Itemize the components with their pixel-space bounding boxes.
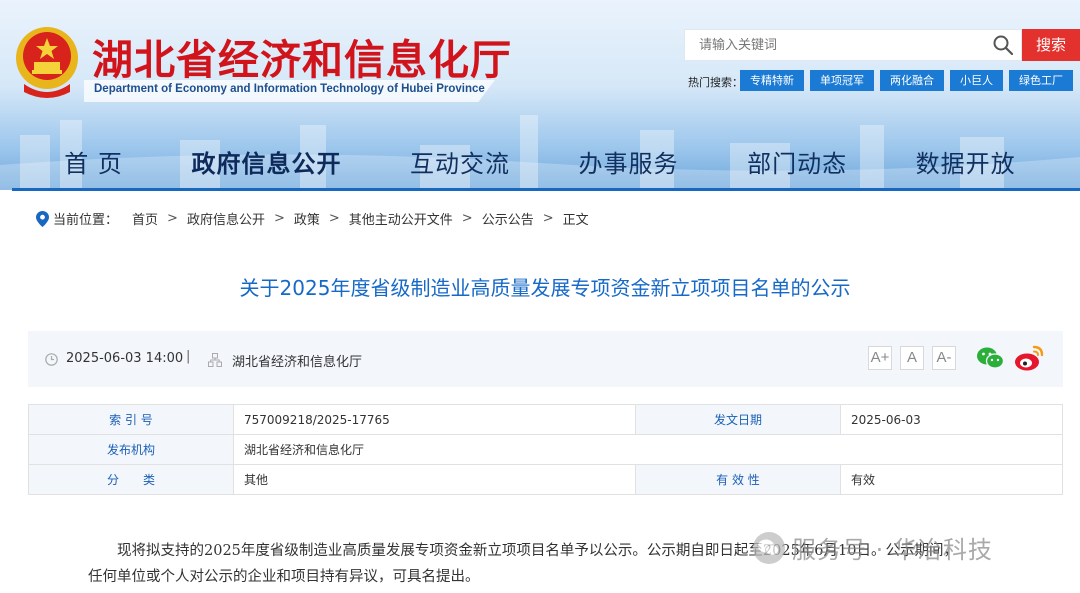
nav-item-interaction[interactable]: 互动交流: [410, 140, 510, 188]
breadcrumb-separator: >: [542, 211, 554, 226]
issue-date-label: 发文日期: [635, 404, 841, 435]
location-pin-icon: [36, 210, 49, 227]
hot-tag[interactable]: 专精特新: [740, 70, 804, 91]
search-input[interactable]: [699, 30, 989, 60]
breadcrumb-separator: >: [167, 211, 178, 226]
validity-label: 有 效 性: [635, 464, 841, 495]
watermark-text: 服务号 · 华冶科技: [792, 536, 993, 564]
breadcrumb-label: 当前位置：: [53, 213, 119, 228]
article-title: 关于2025年度省级制造业高质量发展专项资金新立项项目名单的公示: [239, 276, 851, 300]
breadcrumb-separator: >: [273, 211, 285, 226]
search-icon[interactable]: [993, 35, 1013, 55]
site-title: 湖北省经济和信息化厅: [92, 36, 512, 84]
font-increase-button[interactable]: A+: [868, 346, 892, 370]
nav-item-services[interactable]: 办事服务: [579, 140, 679, 188]
issue-date-value: 2025-06-03: [840, 404, 1063, 435]
table-row: 发布机构 湖北省经济和信息化厅: [28, 434, 1063, 465]
site-header: 湖北省经济和信息化厅 Department of Economy and Inf…: [0, 0, 1080, 190]
document-info-table: 索 引 号 757009218/2025-17765 发文日期 2025-06-…: [28, 404, 1063, 495]
publisher-name: 湖北省经济和信息化厅: [232, 355, 363, 370]
breadcrumb-item-gov-info[interactable]: 政府信息公开: [187, 209, 265, 228]
validity-value: 有效: [840, 464, 1063, 495]
search-box: [684, 29, 1022, 61]
wechat-share-icon[interactable]: [976, 346, 1004, 370]
watermark: 服务号 · 华冶科技: [752, 530, 993, 565]
main-nav: 首 页 政府信息公开 互动交流 办事服务 部门动态 数据开放: [0, 140, 1080, 188]
hot-tag[interactable]: 小巨人: [950, 70, 1003, 91]
issuing-org-label: 发布机构: [28, 434, 234, 465]
breadcrumb-separator: >: [461, 211, 473, 226]
nav-item-open-data[interactable]: 数据开放: [916, 140, 1016, 188]
breadcrumb-item-policy[interactable]: 政策: [294, 209, 320, 228]
breadcrumb-item-home[interactable]: 首页: [132, 209, 158, 228]
breadcrumb-item-notices[interactable]: 公示公告: [482, 209, 534, 228]
breadcrumb-item-other-files[interactable]: 其他主动公开文件: [349, 209, 453, 228]
organization-icon: [208, 353, 222, 367]
index-number-label: 索 引 号: [28, 404, 234, 435]
hot-search-label: 热门搜索：: [688, 76, 743, 89]
index-number-value: 757009218/2025-17765: [233, 404, 636, 435]
hot-tag[interactable]: 绿色工厂: [1009, 70, 1073, 91]
category-value: 其他: [233, 464, 636, 495]
hot-tag[interactable]: 两化融合: [880, 70, 944, 91]
body-paragraph-continuation: 任何单位或个人对公示的企业和项目持有异议，可具名提出。: [88, 569, 480, 585]
nav-item-home[interactable]: 首 页: [64, 140, 123, 188]
issuing-org-value: 湖北省经济和信息化厅: [233, 434, 1063, 465]
font-default-button[interactable]: A: [900, 346, 924, 370]
weibo-share-icon[interactable]: [1014, 344, 1044, 372]
table-row: 索 引 号 757009218/2025-17765 发文日期 2025-06-…: [28, 404, 1063, 435]
category-label: 分 类: [28, 464, 234, 495]
hot-tag[interactable]: 单项冠军: [810, 70, 874, 91]
hot-search-tags: 专精特新 单项冠军 两化融合 小巨人 绿色工厂: [740, 70, 1073, 91]
article-meta-bar: 2025-06-03 14:00 | 湖北省经济和信息化厅 A+ A A-: [28, 331, 1063, 387]
table-row: 分 类 其他 有 效 性 有效: [28, 464, 1063, 495]
nav-item-dept-news[interactable]: 部门动态: [747, 140, 847, 188]
font-decrease-button[interactable]: A-: [932, 346, 956, 370]
nav-divider: [12, 188, 1080, 191]
wechat-watermark-icon: [753, 531, 785, 564]
national-emblem-logo: [16, 27, 78, 98]
search-button[interactable]: 搜索: [1022, 29, 1080, 61]
clock-icon: [45, 353, 58, 366]
site-subtitle: Department of Economy and Information Te…: [84, 80, 495, 102]
breadcrumb: 当前位置： 首页 > 政府信息公开 > 政策 > 其他主动公开文件 > 公示公告…: [36, 209, 589, 228]
nav-item-gov-info[interactable]: 政府信息公开: [191, 140, 341, 188]
publish-date: 2025-06-03 14:00: [66, 351, 184, 366]
breadcrumb-item-current: 正文: [562, 213, 589, 228]
breadcrumb-separator: >: [328, 211, 340, 226]
meta-separator: |: [186, 349, 191, 364]
